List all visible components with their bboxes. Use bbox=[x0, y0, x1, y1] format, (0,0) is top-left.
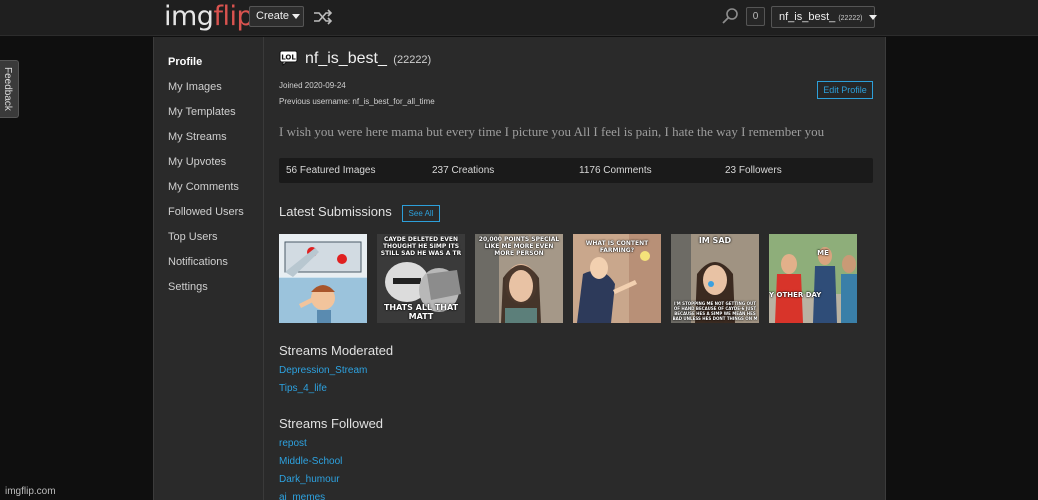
sidebar-item-my-images[interactable]: My Images bbox=[168, 81, 222, 93]
streams-followed-title: Streams Followed bbox=[279, 416, 384, 431]
username-text: nf_is_best_ bbox=[305, 50, 387, 67]
sidebar-item-profile[interactable]: Profile bbox=[168, 56, 202, 68]
thumbnail-top-caption: CAYDE DELETED EVEN THOUGHT HE SIMP ITS S… bbox=[380, 236, 462, 257]
stream-link[interactable]: Tips_4_life bbox=[279, 383, 327, 394]
sidebar-item-my-upvotes[interactable]: My Upvotes bbox=[168, 156, 226, 168]
stream-link[interactable]: Depression_Stream bbox=[279, 365, 367, 376]
profile-content: LOL nf_is_best_ (22222) Joined 2020-09-2… bbox=[265, 37, 887, 500]
profile-stats-bar: 56 Featured Images 237 Creations 1176 Co… bbox=[279, 158, 873, 183]
stat-followers[interactable]: 23 Followers bbox=[725, 165, 782, 176]
imgflip-logo[interactable]: imgflip bbox=[164, 1, 254, 32]
profile-username: nf_is_best_ (22222) bbox=[305, 50, 431, 68]
profile-panel: Profile My Images My Templates My Stream… bbox=[153, 37, 886, 500]
submission-thumbnail[interactable]: 20,000 POINTS SPECIAL LIKE ME MORE EVEN … bbox=[475, 234, 563, 323]
search-icon[interactable] bbox=[721, 7, 739, 25]
user-menu-points: (22222) bbox=[838, 15, 863, 22]
stat-featured-images[interactable]: 56 Featured Images bbox=[286, 165, 376, 176]
stat-comments[interactable]: 1176 Comments bbox=[579, 165, 652, 176]
thumbnail-top-caption: 20,000 POINTS SPECIAL LIKE ME MORE EVEN … bbox=[478, 236, 560, 257]
chevron-down-icon bbox=[292, 13, 301, 19]
user-menu-name: nf_is_best_ bbox=[779, 11, 836, 23]
user-menu-dropdown[interactable]: nf_is_best_ (22222) bbox=[771, 6, 877, 28]
sidebar-item-settings[interactable]: Settings bbox=[168, 281, 208, 293]
sidebar-item-followed-users[interactable]: Followed Users bbox=[168, 206, 244, 218]
thumbnail-bottom-caption: I'M STOPPING ME NOT GETTING OUT OF HAND … bbox=[672, 301, 758, 321]
sidebar-item-my-templates[interactable]: My Templates bbox=[168, 106, 236, 118]
joined-date: Joined 2020-09-24 bbox=[279, 81, 346, 90]
sidebar-item-notifications[interactable]: Notifications bbox=[168, 256, 228, 268]
sidebar-item-top-users[interactable]: Top Users bbox=[168, 231, 218, 243]
submission-thumbnail[interactable]: ME Y OTHER DAY bbox=[769, 234, 857, 323]
stat-creations[interactable]: 237 Creations bbox=[432, 165, 494, 176]
lol-avatar-icon: LOL bbox=[279, 50, 298, 66]
latest-submissions-title: Latest Submissions bbox=[279, 204, 392, 219]
see-all-button[interactable]: See All bbox=[402, 205, 440, 222]
stream-link[interactable]: repost bbox=[279, 438, 307, 449]
thumbnail-top-caption: IM SAD bbox=[698, 236, 732, 245]
feedback-tab[interactable]: Feedback bbox=[0, 60, 19, 118]
stream-link[interactable]: Middle-School bbox=[279, 456, 342, 467]
imgflip-watermark: imgflip.com bbox=[5, 486, 56, 497]
top-bar: imgflip Create 0 nf_is_best_ (22222) bbox=[0, 0, 1038, 36]
submission-thumbnail[interactable]: WHAT IS CONTENT FARMING? bbox=[573, 234, 661, 323]
svg-text:LOL: LOL bbox=[281, 54, 296, 62]
create-dropdown-button[interactable]: Create bbox=[249, 6, 304, 27]
sidebar-item-my-comments[interactable]: My Comments bbox=[168, 181, 239, 193]
stream-link[interactable]: ai_memes bbox=[279, 492, 325, 500]
thumbnail-top-caption: WHAT IS CONTENT FARMING? bbox=[585, 240, 649, 254]
notification-count-badge[interactable]: 0 bbox=[746, 7, 765, 26]
submission-thumbnail[interactable]: IM SAD I'M STOPPING ME NOT GETTING OUT O… bbox=[671, 234, 759, 323]
thumbnail-top-caption: ME bbox=[817, 249, 829, 257]
chevron-down-icon bbox=[868, 14, 877, 20]
username-points: (22222) bbox=[393, 54, 432, 66]
create-label: Create bbox=[256, 10, 290, 22]
thumbnail-bottom-caption: Y OTHER DAY bbox=[769, 291, 822, 299]
submission-thumbnail[interactable]: CAYDE DELETED EVEN THOUGHT HE SIMP ITS S… bbox=[377, 234, 465, 323]
logo-text-flip: flip bbox=[213, 1, 254, 32]
two-buttons-meme-image bbox=[279, 234, 367, 323]
logo-text-img: img bbox=[164, 1, 214, 32]
shuffle-icon[interactable] bbox=[313, 9, 333, 25]
profile-bio: I wish you were here mama but every time… bbox=[279, 124, 825, 139]
distracted-boyfriend-meme-image bbox=[769, 234, 857, 323]
edit-profile-button[interactable]: Edit Profile bbox=[817, 81, 873, 99]
stream-link[interactable]: Dark_humour bbox=[279, 474, 340, 485]
profile-sidebar: Profile My Images My Templates My Stream… bbox=[154, 37, 264, 500]
previous-username: Previous username: nf_is_best_for_all_ti… bbox=[279, 97, 435, 106]
submission-thumbnail[interactable] bbox=[279, 234, 367, 323]
thumbnail-bottom-caption: THATS ALL THAT MATT bbox=[383, 303, 459, 321]
feedback-label: Feedback bbox=[2, 67, 13, 111]
streams-moderated-title: Streams Moderated bbox=[279, 343, 394, 358]
sidebar-item-my-streams[interactable]: My Streams bbox=[168, 131, 227, 143]
